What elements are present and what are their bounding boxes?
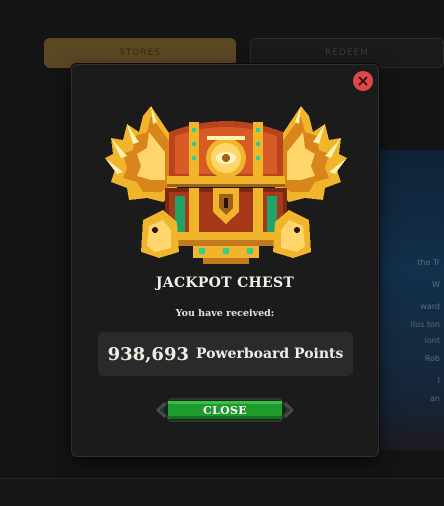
- panel-text: l: [437, 376, 440, 385]
- panel-text: an: [430, 394, 440, 403]
- dismiss-button[interactable]: [353, 71, 373, 91]
- close-x-icon: [358, 76, 368, 86]
- panel-text: ward: [420, 302, 440, 311]
- modal-subtitle: You have received:: [175, 308, 275, 319]
- jackpot-chest-icon: [103, 102, 349, 272]
- reward-unit: Powerboard Points: [196, 346, 344, 362]
- panel-text: Rob: [424, 354, 440, 363]
- panel-text: W: [432, 280, 440, 289]
- panel-text: the Tr: [417, 258, 440, 267]
- panel-text: iont: [424, 336, 440, 345]
- reward-box: 938,693 Powerboard Points: [98, 332, 353, 376]
- modal-title: JACKPOT CHEST: [155, 275, 295, 291]
- reward-modal: JACKPOT CHEST You have received: 938,693…: [71, 64, 379, 457]
- background-info-panel: the Tr W ward ilus ton iont Rob l an: [378, 150, 444, 450]
- close-button-label: CLOSE: [203, 403, 247, 417]
- background-footer: [0, 478, 444, 506]
- close-button[interactable]: CLOSE: [156, 395, 294, 425]
- reward-amount: 938,693: [107, 343, 189, 365]
- panel-text: ilus ton: [410, 320, 440, 329]
